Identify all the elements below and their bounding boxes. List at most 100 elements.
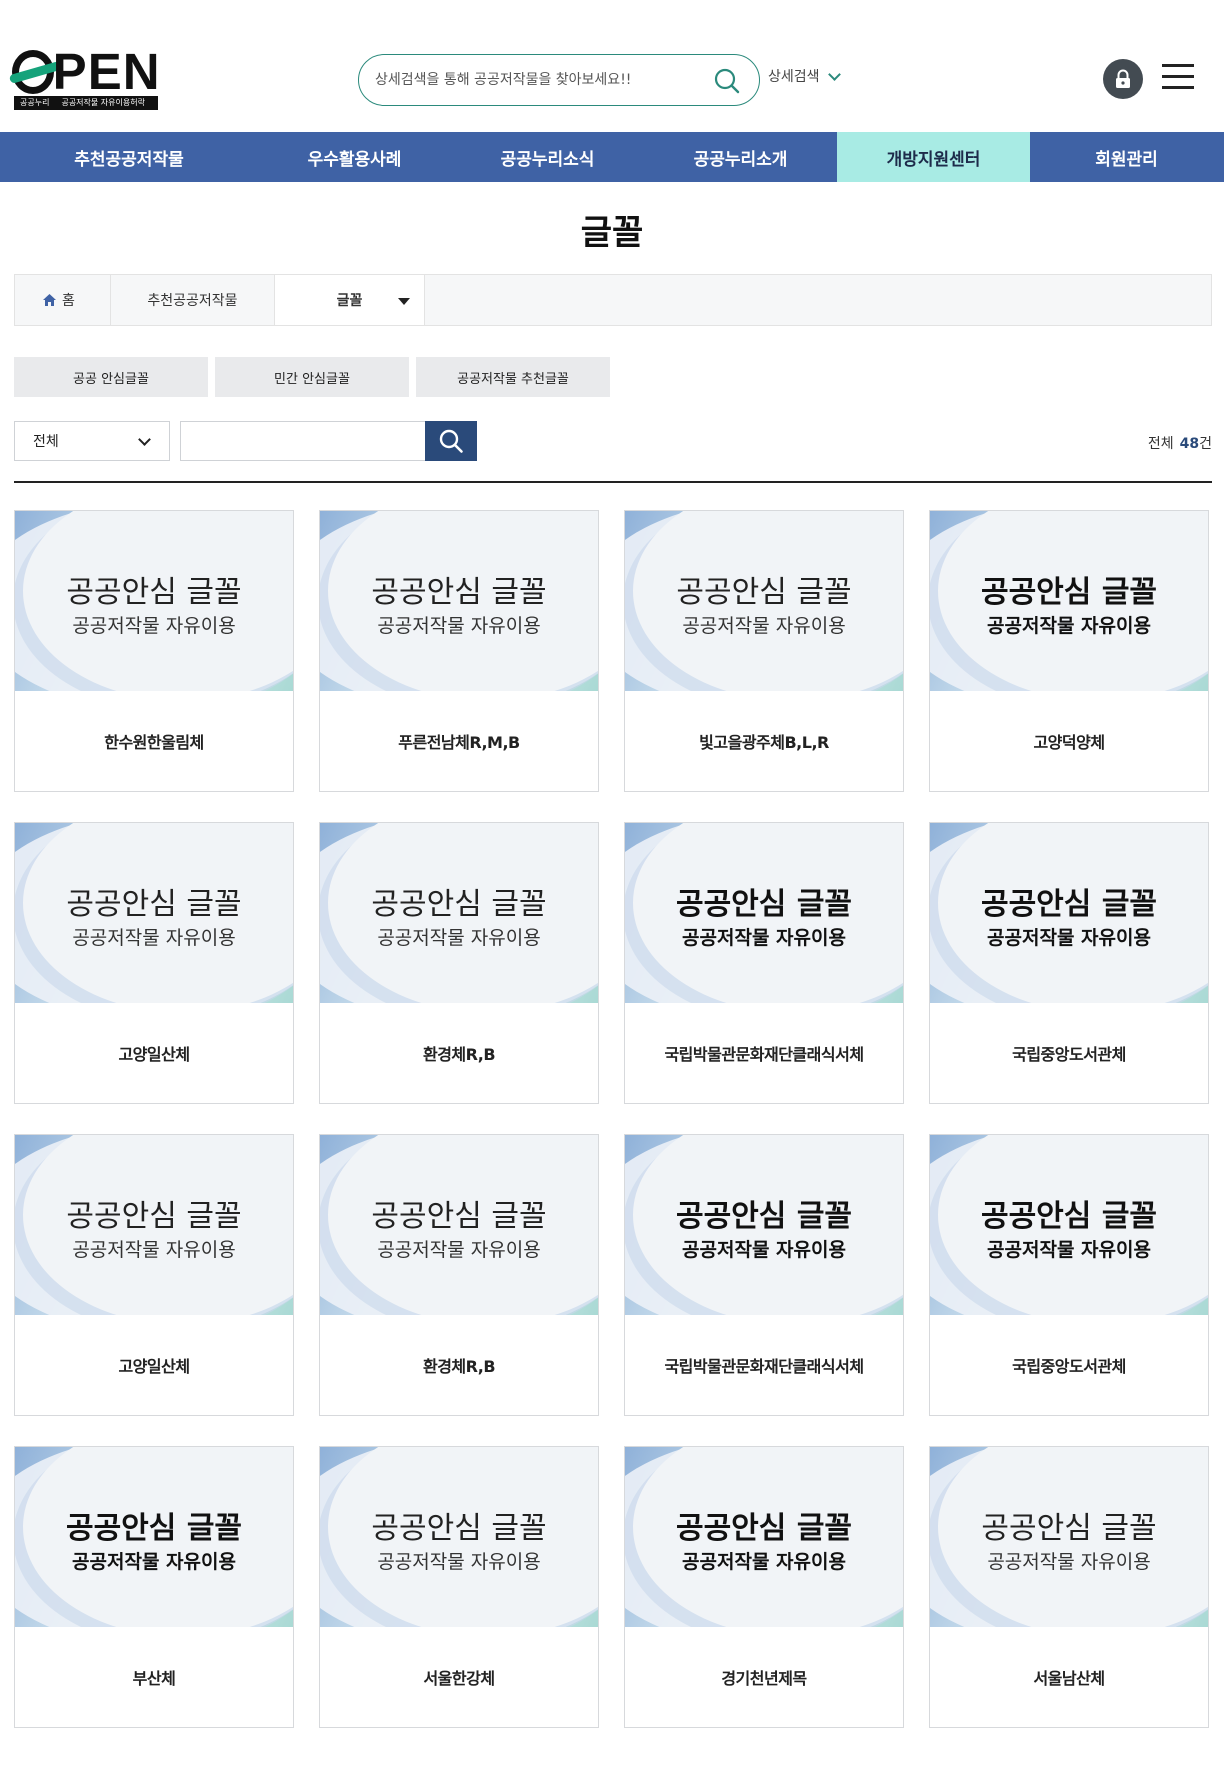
font-preview-thumbnail: 공공안심 글꼴공공저작물 자유이용: [320, 1135, 598, 1315]
nav-item[interactable]: 우수활용사례: [258, 132, 451, 182]
preview-text-line2: 공공저작물 자유이용: [682, 927, 846, 949]
nav-item[interactable]: 추천공공저작물: [0, 132, 258, 182]
result-count-number: 48: [1179, 436, 1200, 452]
hamburger-menu-button[interactable]: [1162, 64, 1194, 90]
font-name: 국립중앙도서관체: [1012, 1045, 1126, 1064]
menu-bar-icon: [1162, 75, 1194, 78]
font-card-grid: 공공안심 글꼴 공공저작물 자유이용 한수원한울림체 공공안심 글꼴 공공저작물 자유이…: [14, 510, 1212, 1728]
font-card[interactable]: 공공안심 글꼴공공저작물 자유이용고양일산체: [14, 822, 294, 1104]
filter-select[interactable]: 전체: [14, 421, 170, 461]
breadcrumb: 홈 추천공공저작물 글꼴: [14, 274, 1212, 326]
preview-text-line1: 공공안심 글꼴: [371, 1511, 547, 1546]
font-preview-thumbnail: 공공안심 글꼴공공저작물 자유이용: [15, 1447, 293, 1627]
font-card[interactable]: 공공안심 글꼴 공공저작물 자유이용 고양덕양체: [929, 510, 1209, 792]
filter-select-value: 전체: [33, 434, 59, 450]
logo-text: OPEN: [12, 46, 161, 98]
page-title: 글꼴: [580, 213, 644, 253]
font-card[interactable]: 공공안심 글꼴 공공저작물 자유이용 서울한강체: [319, 1446, 599, 1728]
preview-text-line2: 공공저작물 자유이용: [682, 1551, 846, 1573]
font-preview-thumbnail: 공공안심 글꼴공공저작물 자유이용: [625, 1447, 903, 1627]
chevron-down-icon: [138, 433, 151, 446]
preview-text-line2: 공공저작물 자유이용: [987, 1239, 1151, 1261]
preview-text-line1: 공공안심 글꼴: [675, 1511, 853, 1546]
preview-text-line1: 공공안심 글꼴: [676, 575, 852, 610]
preview-text-line2: 공공저작물 자유이용: [987, 1551, 1151, 1573]
breadcrumb-current-dropdown[interactable]: 글꼴: [275, 275, 425, 325]
font-name: 경기천년제목: [721, 1669, 807, 1688]
font-card[interactable]: 공공안심 글꼴 공공저작물 자유이용 환경체R,B: [319, 822, 599, 1104]
preview-text-line1: 공공안심 글꼴: [675, 1199, 853, 1234]
preview-text-line2: 공공저작물 자유이용: [377, 1239, 541, 1261]
font-preview-thumbnail: 공공안심 글꼴 공공저작물 자유이용: [320, 1447, 598, 1627]
font-name: 푸른전남체R,M,B: [398, 733, 520, 752]
logo-text-rest: PEN: [52, 43, 161, 100]
nav-item[interactable]: 개방지원센터: [837, 132, 1030, 182]
nav-item[interactable]: 회원관리: [1030, 132, 1223, 182]
preview-text-line2: 공공저작물 자유이용: [72, 1551, 236, 1573]
font-name: 국립박물관문화재단클래식서체: [664, 1045, 864, 1064]
category-tab[interactable]: 공공저작물 추천글꼴: [416, 357, 610, 397]
font-card[interactable]: 공공안심 글꼴공공저작물 자유이용국립박물관문화재단클래식서체: [624, 822, 904, 1104]
font-preview-thumbnail: 공공안심 글꼴공공저작물 자유이용: [625, 511, 903, 691]
font-card[interactable]: 공공안심 글꼴 공공저작물 자유이용 한수원한울림체: [14, 510, 294, 792]
list-divider: [14, 481, 1212, 483]
preview-text-line1: 공공안심 글꼴: [371, 1199, 547, 1234]
preview-text-line2: 공공저작물 자유이용: [377, 615, 541, 637]
logo-sub-left: 공공누리: [20, 98, 50, 107]
lock-icon: [1116, 69, 1130, 88]
font-preview-thumbnail: 공공안심 글꼴 공공저작물 자유이용: [930, 1447, 1208, 1627]
search-icon: [439, 429, 463, 453]
font-card[interactable]: 공공안심 글꼴공공저작물 자유이용고양일산체: [14, 1134, 294, 1416]
font-preview-thumbnail: 공공안심 글꼴공공저작물 자유이용: [625, 823, 903, 1003]
nav-item[interactable]: 공공누리소식: [451, 132, 644, 182]
breadcrumb-home[interactable]: 홈: [15, 275, 111, 325]
category-tab[interactable]: 민간 안심글꼴: [215, 357, 409, 397]
site-header: OPEN 공공누리 공공저작물 자유이용허락 상세검색: [0, 0, 1224, 132]
breadcrumb-section[interactable]: 추천공공저작물: [111, 275, 275, 325]
preview-text-line1: 공공안심 글꼴: [675, 887, 853, 922]
main-search-button[interactable]: [713, 67, 741, 95]
main-search-box: [358, 54, 760, 106]
keyword-search-button[interactable]: [425, 421, 477, 461]
preview-text-line1: 공공안심 글꼴: [980, 887, 1158, 922]
preview-text-line2: 공공저작물 자유이용: [72, 1239, 236, 1261]
preview-text-line1: 공공안심 글꼴: [371, 575, 547, 610]
font-card[interactable]: 공공안심 글꼴 공공저작물 자유이용 서울남산체: [929, 1446, 1209, 1728]
font-card[interactable]: 공공안심 글꼴공공저작물 자유이용푸른전남체R,M,B: [319, 510, 599, 792]
preview-text-line1: 공공안심 글꼴: [66, 1199, 242, 1234]
font-name: 국립중앙도서관체: [1012, 1357, 1126, 1376]
site-logo[interactable]: OPEN 공공누리 공공저작물 자유이용허락: [12, 46, 161, 110]
nav-item[interactable]: 공공누리소개: [644, 132, 837, 182]
main-nav: 추천공공저작물 우수활용사례 공공누리소식 공공누리소개 개방지원센터 회원관리: [0, 132, 1224, 182]
result-count: 전체 48건: [1148, 433, 1212, 453]
font-card[interactable]: 공공안심 글꼴 공공저작물 자유이용 빛고을광주체B,L,R: [624, 510, 904, 792]
font-name: 부산체: [132, 1669, 176, 1688]
category-tab[interactable]: 공공 안심글꼴: [14, 357, 208, 397]
font-card[interactable]: 공공안심 글꼴 공공저작물 자유이용 국립박물관문화재단클래식서체: [624, 1134, 904, 1416]
font-name: 고양일산체: [118, 1357, 190, 1376]
font-card[interactable]: 공공안심 글꼴 공공저작물 자유이용 국립중앙도서관체: [929, 1134, 1209, 1416]
font-card[interactable]: 공공안심 글꼴 공공저작물 자유이용 환경체R,B: [319, 1134, 599, 1416]
preview-text-line1: 공공안심 글꼴: [371, 887, 547, 922]
result-count-prefix: 전체: [1147, 436, 1174, 452]
font-name: 한수원한울림체: [104, 733, 204, 752]
breadcrumb-home-label: 홈: [62, 293, 75, 309]
preview-text-line1: 공공안심 글꼴: [66, 887, 242, 922]
menu-bar-icon: [1162, 64, 1194, 67]
main-search-input[interactable]: [375, 67, 695, 93]
font-name: 고양일산체: [118, 1045, 190, 1064]
login-button[interactable]: [1103, 59, 1143, 99]
font-card[interactable]: 공공안심 글꼴공공저작물 자유이용국립중앙도서관체: [929, 822, 1209, 1104]
advanced-search-toggle[interactable]: 상세검색: [768, 66, 841, 86]
font-preview-thumbnail: 공공안심 글꼴공공저작물 자유이용: [15, 1135, 293, 1315]
home-icon: [43, 294, 56, 306]
font-preview-thumbnail: 공공안심 글꼴 공공저작물 자유이용: [625, 1135, 903, 1315]
preview-text-line2: 공공저작물 자유이용: [72, 927, 236, 949]
keyword-input[interactable]: [180, 421, 426, 461]
font-card[interactable]: 공공안심 글꼴공공저작물 자유이용경기천년제목: [624, 1446, 904, 1728]
preview-text-line2: 공공저작물 자유이용: [682, 615, 846, 637]
preview-text-line2: 공공저작물 자유이용: [987, 927, 1151, 949]
font-card[interactable]: 공공안심 글꼴공공저작물 자유이용부산체: [14, 1446, 294, 1728]
preview-text-line1: 공공안심 글꼴: [65, 1511, 243, 1546]
preview-text-line2: 공공저작물 자유이용: [377, 927, 541, 949]
